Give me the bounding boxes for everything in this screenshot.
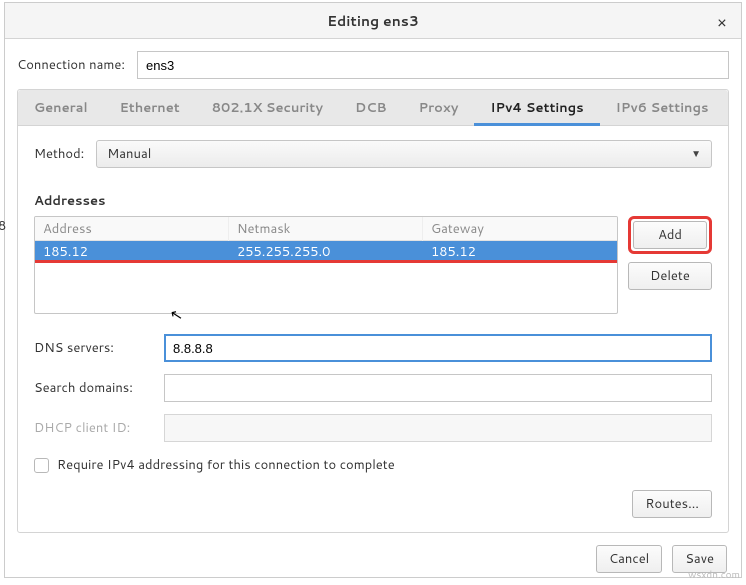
form-rows: DNS servers: Search domains: DHCP client… xyxy=(34,334,712,442)
dialog-body: Connection name: General Ethernet 802.1X… xyxy=(5,39,741,577)
method-value: Manual xyxy=(107,145,151,163)
watermark: wsxdn.com xyxy=(688,568,740,582)
tab-dcb[interactable]: DCB xyxy=(339,90,403,125)
addresses-buttons: Add Delete xyxy=(628,216,712,314)
routes-button[interactable]: Routes… xyxy=(632,490,712,518)
connection-name-label: Connection name: xyxy=(17,56,125,74)
addresses-table[interactable]: Address Netmask Gateway 185.12 255.255.2… xyxy=(34,216,618,314)
col-netmask: Netmask xyxy=(229,217,423,241)
require-ipv4-row: Require IPv4 addressing for this connect… xyxy=(34,456,712,474)
stray-eight: 8 xyxy=(0,217,6,235)
addresses-table-header: Address Netmask Gateway xyxy=(35,217,617,241)
tab-ipv4-settings[interactable]: IPv4 Settings xyxy=(474,90,599,125)
cell-address: 185.12 xyxy=(35,241,229,260)
tab-general[interactable]: General xyxy=(18,90,104,125)
require-ipv4-checkbox[interactable] xyxy=(34,458,49,473)
cancel-button[interactable]: Cancel xyxy=(596,545,662,573)
dns-servers-label: DNS servers: xyxy=(34,339,164,357)
method-label: Method: xyxy=(34,145,84,163)
window-title: Editing ens3 xyxy=(327,11,419,31)
tab-ipv6-settings[interactable]: IPv6 Settings xyxy=(600,90,725,125)
require-ipv4-label: Require IPv4 addressing for this connect… xyxy=(57,456,395,474)
titlebar: Editing ens3 × xyxy=(5,3,741,39)
dhcp-client-id-label: DHCP client ID: xyxy=(34,419,164,437)
dialog-window: Editing ens3 × Connection name: General … xyxy=(4,2,742,578)
addresses-label: Addresses xyxy=(34,192,712,210)
tabs-panel: General Ethernet 802.1X Security DCB Pro… xyxy=(17,89,729,533)
method-row: Method: Manual ▼ xyxy=(34,140,712,168)
col-gateway: Gateway xyxy=(423,217,617,241)
search-domains-label: Search domains: xyxy=(34,379,164,397)
dhcp-client-id-input xyxy=(164,414,712,442)
connection-name-input[interactable] xyxy=(137,51,729,79)
tab-proxy[interactable]: Proxy xyxy=(403,90,475,125)
dns-servers-input[interactable] xyxy=(164,334,712,362)
tab-ethernet[interactable]: Ethernet xyxy=(104,90,196,125)
dialog-footer: Cancel Save xyxy=(5,533,741,585)
close-icon[interactable]: × xyxy=(713,11,731,34)
delete-button[interactable]: Delete xyxy=(628,262,712,290)
chevron-down-icon: ▼ xyxy=(691,147,701,161)
add-highlight: Add xyxy=(628,216,712,254)
add-button[interactable]: Add xyxy=(633,221,707,249)
tabbar: General Ethernet 802.1X Security DCB Pro… xyxy=(18,90,728,126)
table-row[interactable]: 185.12 255.255.255.0 185.12 xyxy=(35,241,617,263)
cell-netmask: 255.255.255.0 xyxy=(229,241,423,260)
tab-content-ipv4: Method: Manual ▼ ↖ Addresses Address Net… xyxy=(18,126,728,532)
tab-8021x-security[interactable]: 802.1X Security xyxy=(196,90,339,125)
addresses-area: Address Netmask Gateway 185.12 255.255.2… xyxy=(34,216,712,314)
search-domains-input[interactable] xyxy=(164,374,712,402)
routes-row: Routes… xyxy=(34,490,712,518)
method-dropdown[interactable]: Manual ▼ xyxy=(96,140,712,168)
col-address: Address xyxy=(35,217,229,241)
connection-name-row: Connection name: xyxy=(5,39,741,89)
cell-gateway: 185.12 xyxy=(423,241,617,260)
